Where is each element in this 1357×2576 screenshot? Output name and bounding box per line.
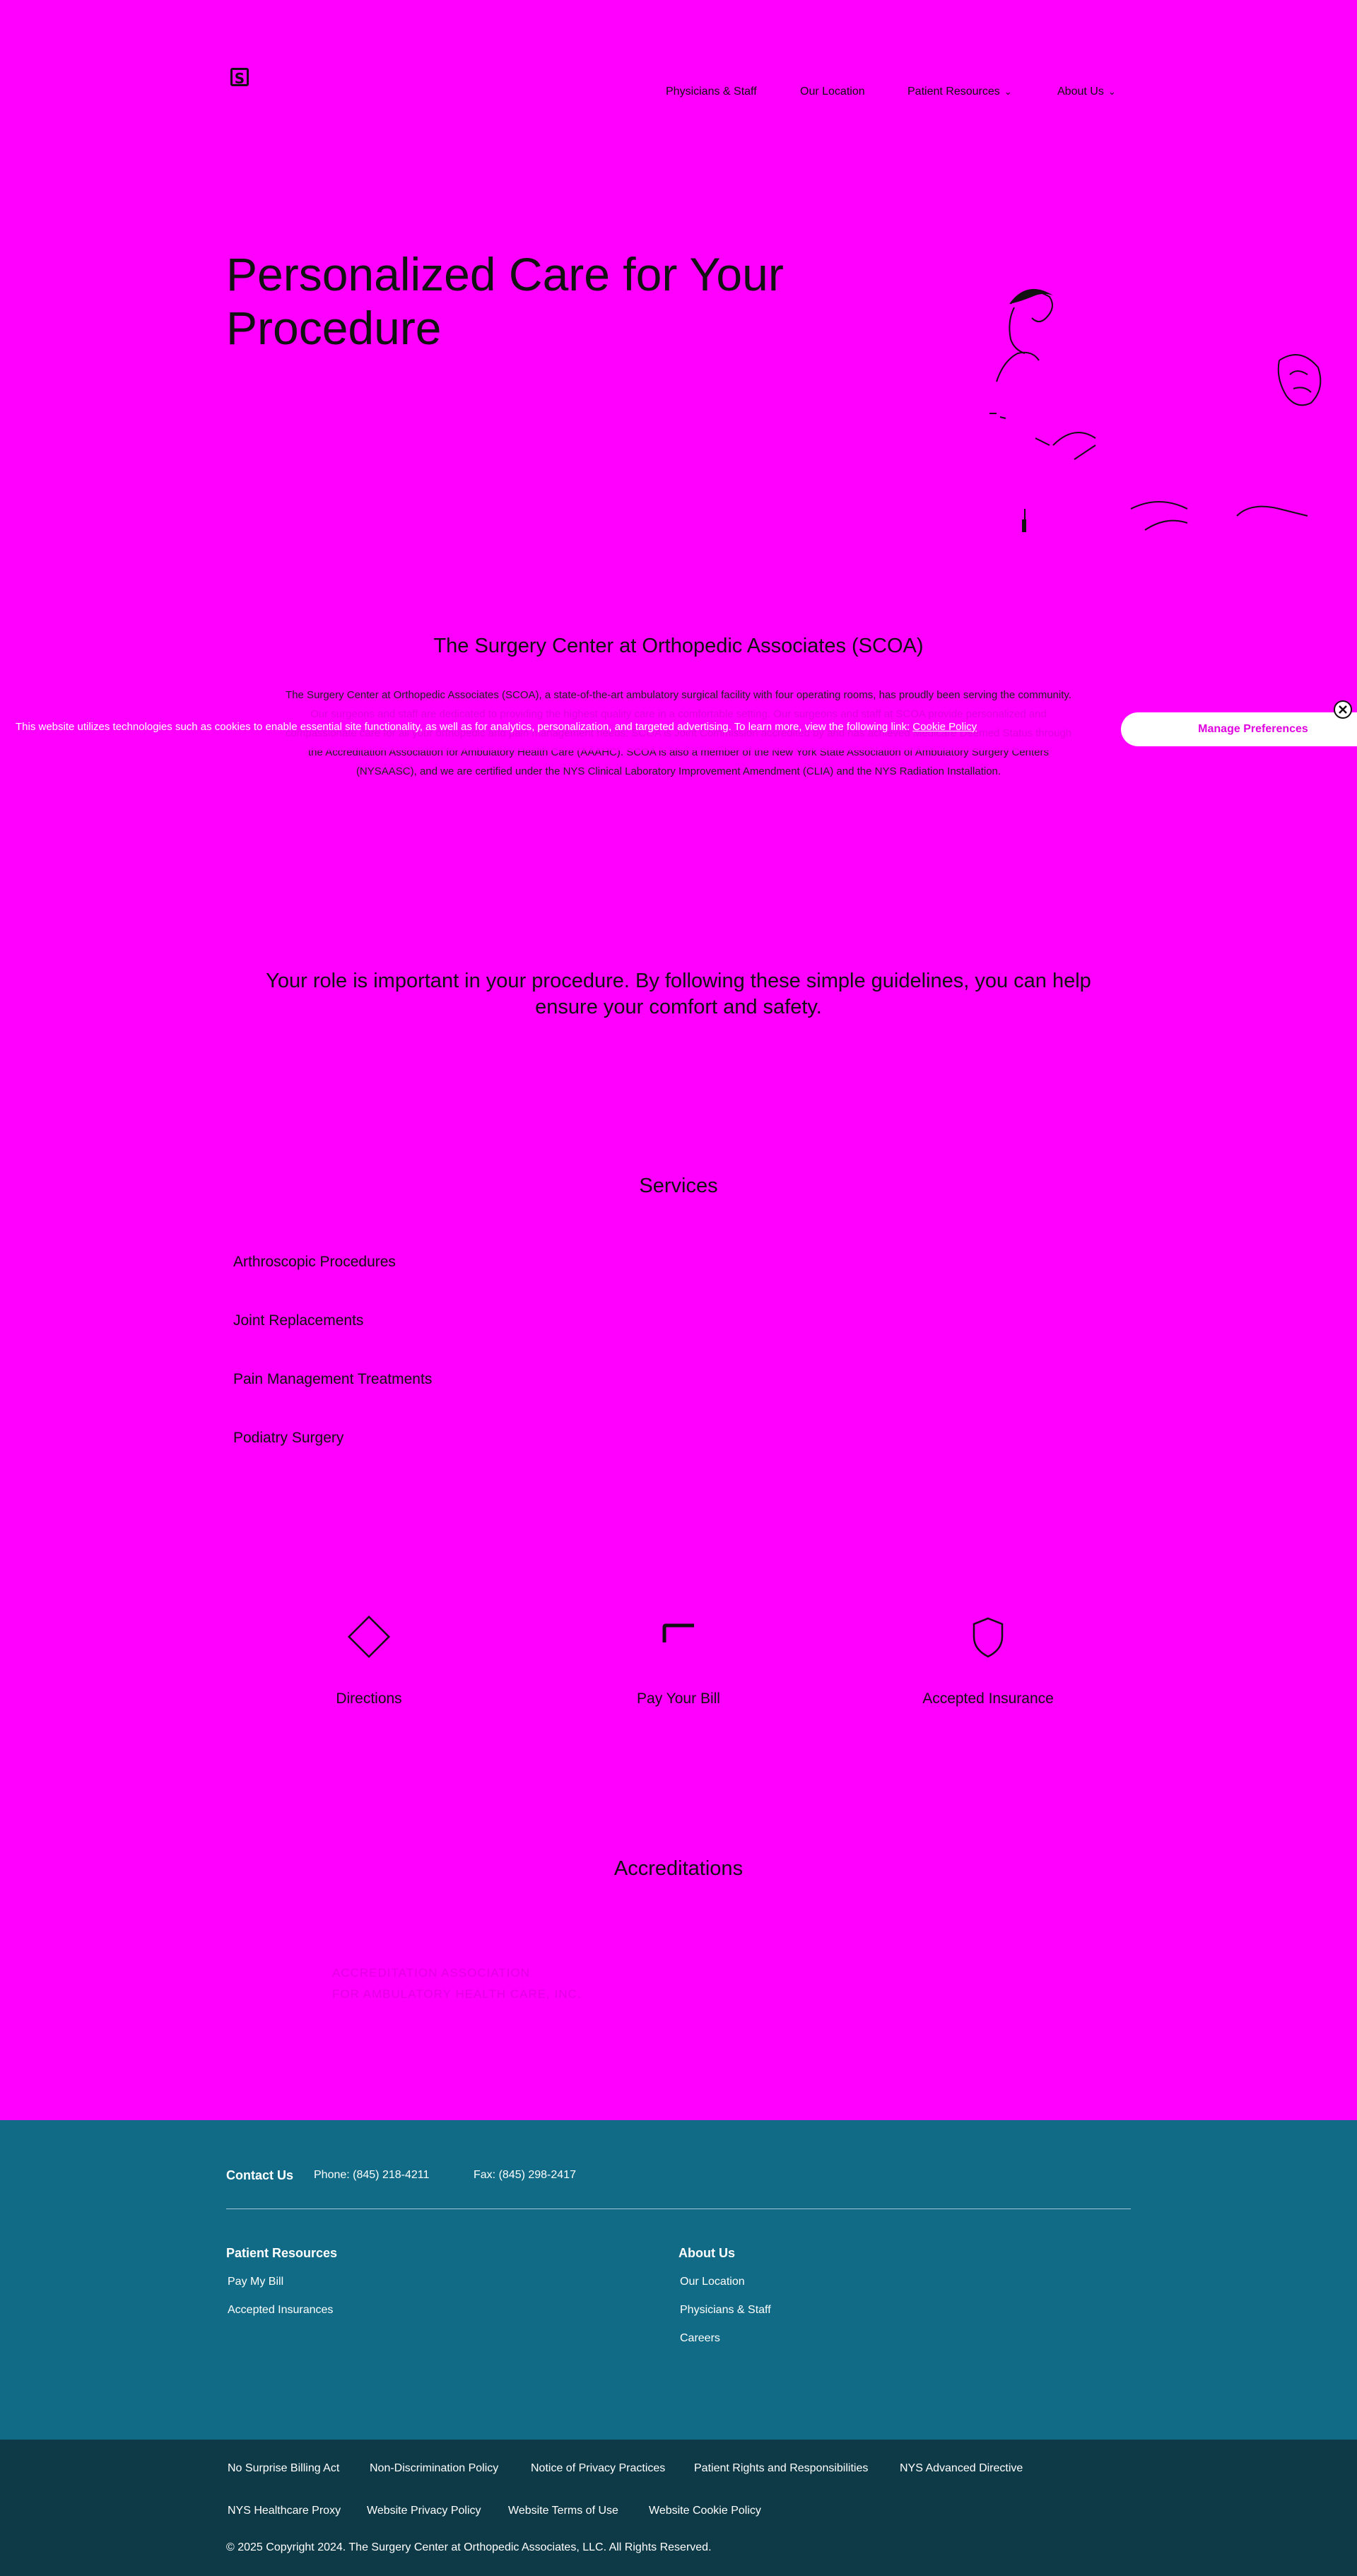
legal-link[interactable]: Website Privacy Policy bbox=[367, 2505, 481, 2517]
copyright: © 2025 Copyright 2024. The Surgery Cente… bbox=[226, 2541, 712, 2553]
feature-label: Accepted Insurance bbox=[922, 1690, 1054, 1707]
feature-label: Pay Your Bill bbox=[637, 1690, 720, 1707]
services-heading: Services bbox=[639, 1175, 718, 1197]
footer-main bbox=[0, 2120, 1357, 2440]
credit-card-icon bbox=[662, 1623, 694, 1642]
legal-link[interactable]: Patient Rights and Responsibilities bbox=[694, 2462, 868, 2475]
nav-label: About Us bbox=[1057, 86, 1104, 98]
close-icon[interactable] bbox=[1333, 700, 1353, 719]
accreditations-heading: Accreditations bbox=[613, 1857, 744, 1880]
feature-accepted-insurance[interactable]: Accepted Insurance bbox=[882, 1611, 1094, 1710]
legal-link[interactable]: NYS Healthcare Proxy bbox=[228, 2505, 341, 2517]
service-item-joint-replacements[interactable]: Joint Replacements bbox=[233, 1312, 363, 1329]
feature-pay-bill[interactable]: Pay Your Bill bbox=[572, 1611, 785, 1710]
accreditation-logo-text: ACCREDITATION ASSOCIATION bbox=[332, 1966, 531, 1980]
feature-directions[interactable]: Directions bbox=[263, 1611, 475, 1710]
nav-physicians-staff[interactable]: Physicians & Staff bbox=[666, 82, 757, 102]
legal-link[interactable]: Website Terms of Use bbox=[508, 2505, 618, 2517]
footer-link-careers[interactable]: Careers bbox=[680, 2332, 720, 2345]
legal-link[interactable]: Website Cookie Policy bbox=[649, 2505, 761, 2517]
footer-link-our-location[interactable]: Our Location bbox=[680, 2276, 745, 2288]
footer-col-heading-patient-resources: Patient Resources bbox=[226, 2246, 338, 2260]
footer-link-pay-my-bill[interactable]: Pay My Bill bbox=[228, 2276, 283, 2288]
cookie-text: This website utilizes technologies such … bbox=[16, 721, 910, 733]
chevron-down-icon: ⌄ bbox=[1004, 86, 1012, 97]
hero-title: Personalized Care for Your Procedure bbox=[226, 248, 784, 354]
contact-us-label: Contact Us bbox=[226, 2168, 294, 2182]
footer-fax: Fax: (845) 298-2417 bbox=[474, 2169, 576, 2181]
legal-link[interactable]: Notice of Privacy Practices bbox=[531, 2462, 665, 2475]
manage-preferences-button[interactable]: Manage Preferences bbox=[1121, 712, 1357, 746]
intro-heading: The Surgery Center at Orthopedic Associa… bbox=[433, 635, 924, 657]
legal-link[interactable]: NYS Advanced Directive bbox=[900, 2462, 1023, 2475]
cookie-banner-text: This website utilizes technologies such … bbox=[16, 721, 1104, 733]
footer-phone[interactable]: Phone: (845) 218-4211 bbox=[314, 2169, 429, 2182]
footer-link-accepted-insurances[interactable]: Accepted Insurances bbox=[228, 2304, 333, 2317]
hero-doctor-illustration bbox=[989, 288, 1322, 532]
nav-label: Patient Resources bbox=[907, 86, 1000, 98]
footer-col-heading-about-us: About Us bbox=[678, 2246, 735, 2260]
nav-about-us[interactable]: About Us ⌄ bbox=[1057, 82, 1116, 102]
legal-link[interactable]: No Surprise Billing Act bbox=[228, 2462, 339, 2475]
directions-icon bbox=[347, 1615, 391, 1659]
feature-label: Directions bbox=[336, 1690, 402, 1707]
nav-our-location[interactable]: Our Location bbox=[800, 82, 865, 102]
nav-label: Physicians & Staff bbox=[666, 86, 757, 98]
service-item-arthroscopic[interactable]: Arthroscopic Procedures bbox=[233, 1254, 396, 1271]
service-item-podiatry[interactable]: Podiatry Surgery bbox=[233, 1430, 343, 1447]
site-logo[interactable]: S bbox=[230, 68, 249, 87]
nav-label: Our Location bbox=[800, 86, 865, 98]
service-item-pain-management[interactable]: Pain Management Treatments bbox=[233, 1371, 432, 1388]
shield-icon bbox=[973, 1617, 1004, 1658]
footer-link-physicians-staff[interactable]: Physicians & Staff bbox=[680, 2304, 771, 2317]
cookie-policy-link[interactable]: Cookie Policy bbox=[912, 721, 977, 733]
chevron-down-icon: ⌄ bbox=[1108, 86, 1116, 97]
legal-link[interactable]: Non-Discrimination Policy bbox=[370, 2462, 498, 2475]
guidelines-text: Your role is important in your procedure… bbox=[266, 970, 1091, 1018]
accreditation-logo-text: FOR AMBULATORY HEALTH CARE, INC. bbox=[332, 1987, 582, 2001]
nav-patient-resources[interactable]: Patient Resources ⌄ bbox=[907, 82, 1012, 102]
